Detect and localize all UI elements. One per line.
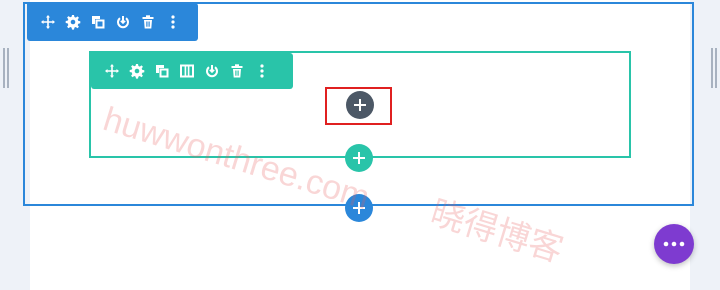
page-settings-fab[interactable] [654, 224, 694, 264]
power-save-icon [205, 65, 218, 78]
section-delete-button[interactable] [135, 10, 160, 34]
gear-icon [65, 15, 80, 30]
more-vertical-icon [259, 64, 264, 78]
section-duplicate-button[interactable] [85, 10, 110, 34]
more-vertical-icon [170, 15, 175, 29]
row-toolbar [91, 53, 293, 89]
trash-icon [231, 64, 242, 78]
left-resize-handle[interactable] [3, 48, 9, 88]
section-toolbar [27, 3, 198, 41]
row-settings-button[interactable] [124, 59, 149, 83]
right-resize-handle[interactable] [711, 48, 717, 88]
columns-icon [179, 64, 194, 78]
row-columns-button[interactable] [174, 59, 199, 83]
add-section-button[interactable] [345, 194, 373, 222]
add-module-button[interactable] [346, 91, 374, 119]
add-row-button[interactable] [345, 144, 373, 172]
section-move-button[interactable] [35, 10, 60, 34]
plus-icon [353, 202, 365, 214]
section-more-button[interactable] [160, 10, 185, 34]
plus-icon [354, 99, 366, 111]
trash-icon [142, 15, 153, 29]
duplicate-icon [155, 65, 168, 78]
row-duplicate-button[interactable] [149, 59, 174, 83]
section-settings-button[interactable] [60, 10, 85, 34]
row-delete-button[interactable] [224, 59, 249, 83]
duplicate-icon [91, 16, 104, 29]
row-save-button[interactable] [199, 59, 224, 83]
power-save-icon [116, 16, 129, 29]
move-icon [104, 64, 119, 78]
gear-icon [129, 64, 144, 79]
section-save-button[interactable] [110, 10, 135, 34]
move-icon [40, 15, 55, 29]
more-horizontal-icon [663, 241, 685, 247]
row-more-button[interactable] [249, 59, 274, 83]
row-move-button[interactable] [99, 59, 124, 83]
plus-icon [353, 152, 365, 164]
